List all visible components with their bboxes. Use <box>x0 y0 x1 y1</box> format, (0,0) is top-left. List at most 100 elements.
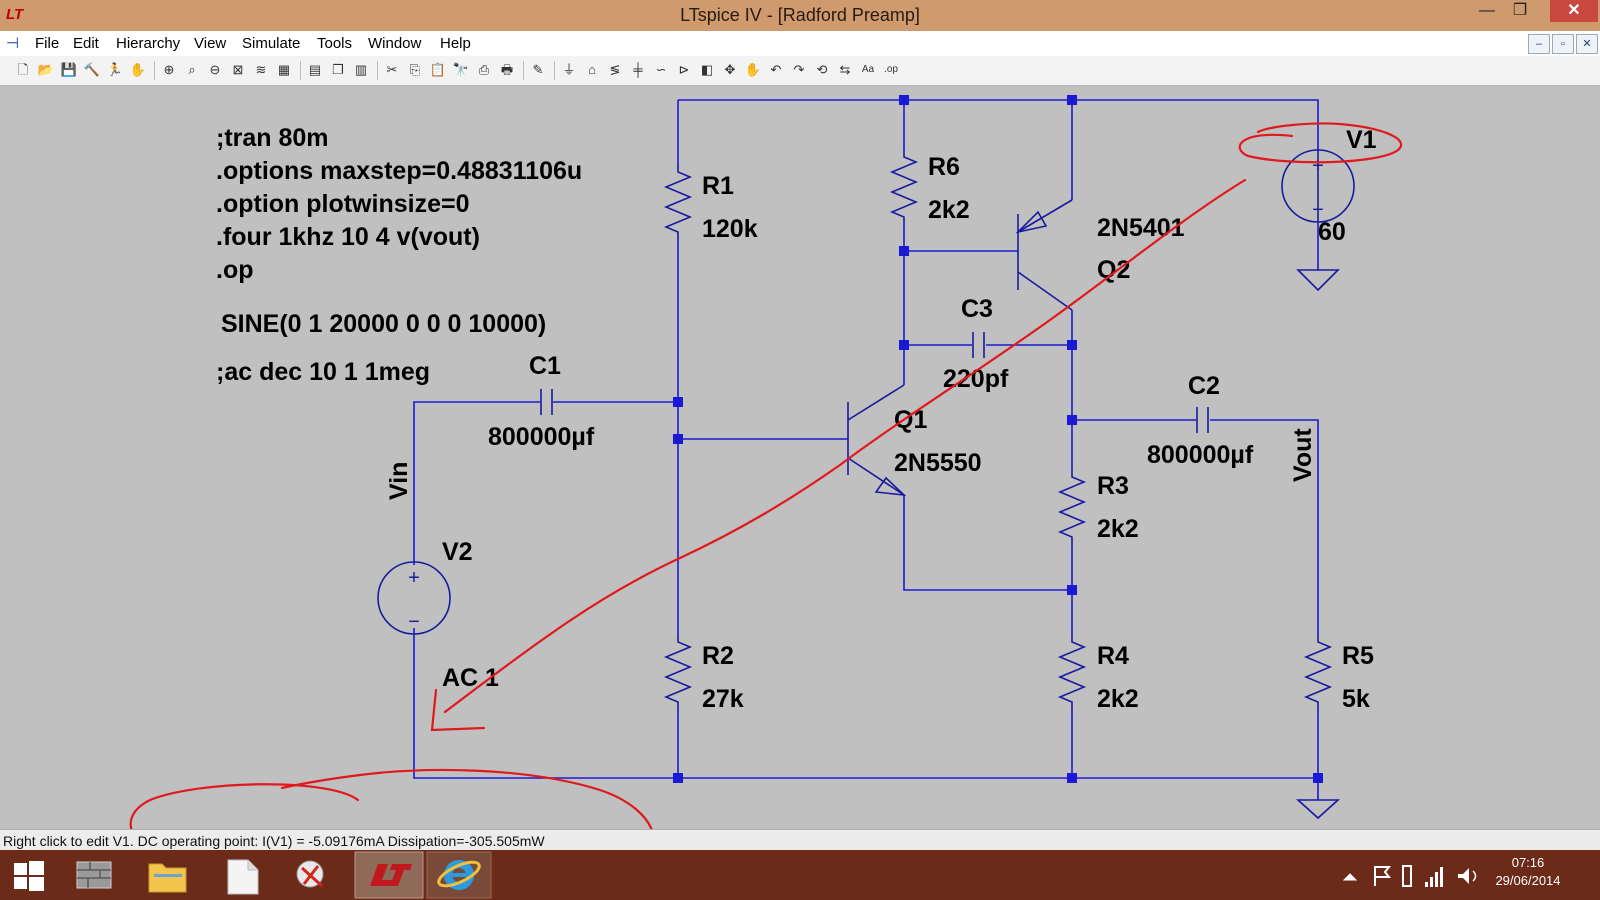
text-icon[interactable]: Aa <box>859 61 877 79</box>
resistor-r6[interactable] <box>889 150 919 222</box>
menu-simulate[interactable]: Simulate <box>242 35 300 52</box>
spice-directive[interactable]: .op <box>216 256 254 284</box>
capacitor-icon[interactable]: ╪ <box>629 61 647 79</box>
label-c1-name[interactable]: C1 <box>529 352 561 380</box>
file-manager-icon[interactable] <box>76 861 112 889</box>
label-r1-name[interactable]: R1 <box>702 172 734 200</box>
menu-edit[interactable]: Edit <box>73 35 99 52</box>
battery-icon[interactable] <box>1402 865 1412 887</box>
transistor-q2[interactable] <box>1015 199 1073 311</box>
document-system-menu-icon[interactable]: ⊣ <box>6 34 19 52</box>
volume-icon[interactable] <box>1458 868 1477 884</box>
label-c2-value[interactable]: 800000µf <box>1147 441 1254 469</box>
label-r3-value[interactable]: 2k2 <box>1097 515 1139 543</box>
label-q1-model[interactable]: 2N5550 <box>894 449 982 477</box>
label-r6-name[interactable]: R6 <box>928 153 960 181</box>
start-icon[interactable] <box>14 861 44 891</box>
menu-hierarchy[interactable]: Hierarchy <box>116 35 180 52</box>
menu-window[interactable]: Window <box>368 35 421 52</box>
capacitor-c1[interactable] <box>540 389 553 415</box>
spice-directive[interactable]: .options maxstep=0.48831106u <box>216 157 582 185</box>
print-icon[interactable]: 🖶 <box>498 61 516 79</box>
resistor-r1[interactable] <box>663 165 693 240</box>
label-v2-name[interactable]: V2 <box>442 538 473 566</box>
zoom-out-icon[interactable]: ⊖ <box>206 61 224 79</box>
taskbar-clock[interactable]: 07:16 29/06/2014 <box>1494 855 1562 888</box>
label-q1-name[interactable]: Q1 <box>894 406 927 434</box>
undo-icon[interactable]: ↶ <box>767 61 785 79</box>
label-q2-name[interactable]: Q2 <box>1097 256 1130 284</box>
mdi-restore-button[interactable]: ▫ <box>1552 34 1574 54</box>
document-icon[interactable] <box>227 859 259 895</box>
drag-icon[interactable]: ✋ <box>744 61 762 79</box>
menu-tools[interactable]: Tools <box>317 35 352 52</box>
wire-top-rail[interactable] <box>678 99 1319 150</box>
control-panel-icon[interactable]: 🔨 <box>83 61 101 79</box>
spice-directive-icon[interactable]: .op <box>882 61 900 79</box>
diode-icon[interactable]: ⊳ <box>675 61 693 79</box>
label-r3-name[interactable]: R3 <box>1097 472 1129 500</box>
snipping-tool-icon[interactable] <box>296 860 324 888</box>
zoom-fit-icon[interactable]: ⊠ <box>229 61 247 79</box>
zoom-in-icon[interactable]: ⊕ <box>160 61 178 79</box>
explorer-folder-icon[interactable] <box>148 863 187 893</box>
resistor-r4[interactable] <box>1057 635 1087 710</box>
label-r5-name[interactable]: R5 <box>1342 642 1374 670</box>
show-hidden-icons-icon[interactable] <box>1342 873 1358 881</box>
resistor-r5[interactable] <box>1303 635 1333 710</box>
action-center-flag-icon[interactable] <box>1374 866 1392 886</box>
capacitor-c3[interactable] <box>972 332 985 358</box>
label-r2-name[interactable]: R2 <box>702 642 734 670</box>
wire-bottom-rail[interactable] <box>413 628 1319 800</box>
wire-icon[interactable]: ✎ <box>529 61 547 79</box>
resistor-r3[interactable] <box>1057 470 1087 545</box>
label-c3-value[interactable]: 220pf <box>943 365 1009 393</box>
cut-icon[interactable]: ✂ <box>383 61 401 79</box>
halt-icon[interactable]: ✋ <box>129 61 147 79</box>
resistor-r2[interactable] <box>663 635 693 710</box>
menu-view[interactable]: View <box>194 35 226 52</box>
rotate-icon[interactable]: ⟲ <box>813 61 831 79</box>
label-c3-name[interactable]: C3 <box>961 295 993 323</box>
paste-icon[interactable]: 📋 <box>429 61 447 79</box>
resistor-icon[interactable]: ≶ <box>606 61 624 79</box>
capacitor-c2[interactable] <box>1196 407 1209 433</box>
spice-directive[interactable]: .four 1khz 10 4 v(vout) <box>216 223 480 251</box>
cascade-icon[interactable]: ❐ <box>329 61 347 79</box>
autorange-icon[interactable]: ≋ <box>252 61 270 79</box>
spice-directive[interactable]: .option plotwinsize=0 <box>216 190 469 218</box>
close-button[interactable]: ✕ <box>1550 0 1598 22</box>
minimize-button[interactable]: — <box>1472 0 1502 22</box>
label-r5-value[interactable]: 5k <box>1342 685 1370 713</box>
redo-icon[interactable]: ↷ <box>790 61 808 79</box>
print-setup-icon[interactable]: ⎙ <box>475 61 493 79</box>
label-r4-value[interactable]: 2k2 <box>1097 685 1139 713</box>
label-c2-name[interactable]: C2 <box>1188 372 1220 400</box>
mdi-close-button[interactable]: ✕ <box>1576 34 1598 54</box>
label-v1-value[interactable]: 60 <box>1318 218 1346 246</box>
label-v1-name[interactable]: V1 <box>1346 126 1377 154</box>
spice-directive[interactable]: ;ac dec 10 1 1meg <box>216 358 430 386</box>
spice-directive[interactable]: ;tran 80m <box>216 124 329 152</box>
grid-icon[interactable]: ▦ <box>275 61 293 79</box>
label-q2-model[interactable]: 2N5401 <box>1097 214 1185 242</box>
open-icon[interactable]: 📂 <box>37 61 55 79</box>
component-icon[interactable]: ◧ <box>698 61 716 79</box>
mdi-minimize-button[interactable]: – <box>1528 34 1550 54</box>
inductor-icon[interactable]: ∽ <box>652 61 670 79</box>
menu-help[interactable]: Help <box>440 35 471 52</box>
mirror-icon[interactable]: ⇆ <box>836 61 854 79</box>
copy-icon[interactable]: ⎘ <box>406 61 424 79</box>
zoom-pan-icon[interactable]: ⌕ <box>183 61 201 79</box>
tile-vertical-icon[interactable]: ▥ <box>352 61 370 79</box>
schematic-canvas[interactable]: + − + − ;tran 80m .options maxstep=0.488… <box>0 85 1600 829</box>
net-label-vin[interactable]: Vin <box>385 462 413 500</box>
new-schematic-icon[interactable]: 🗋 <box>14 61 32 79</box>
save-icon[interactable]: 💾 <box>60 61 78 79</box>
label-r6-value[interactable]: 2k2 <box>928 196 970 224</box>
tile-horizontal-icon[interactable]: ▤ <box>306 61 324 79</box>
run-icon[interactable]: 🏃 <box>106 61 124 79</box>
ground-symbol-v1[interactable] <box>1296 269 1340 292</box>
find-icon[interactable]: 🔭 <box>452 61 470 79</box>
ground-icon[interactable]: ⏚ <box>560 61 578 79</box>
